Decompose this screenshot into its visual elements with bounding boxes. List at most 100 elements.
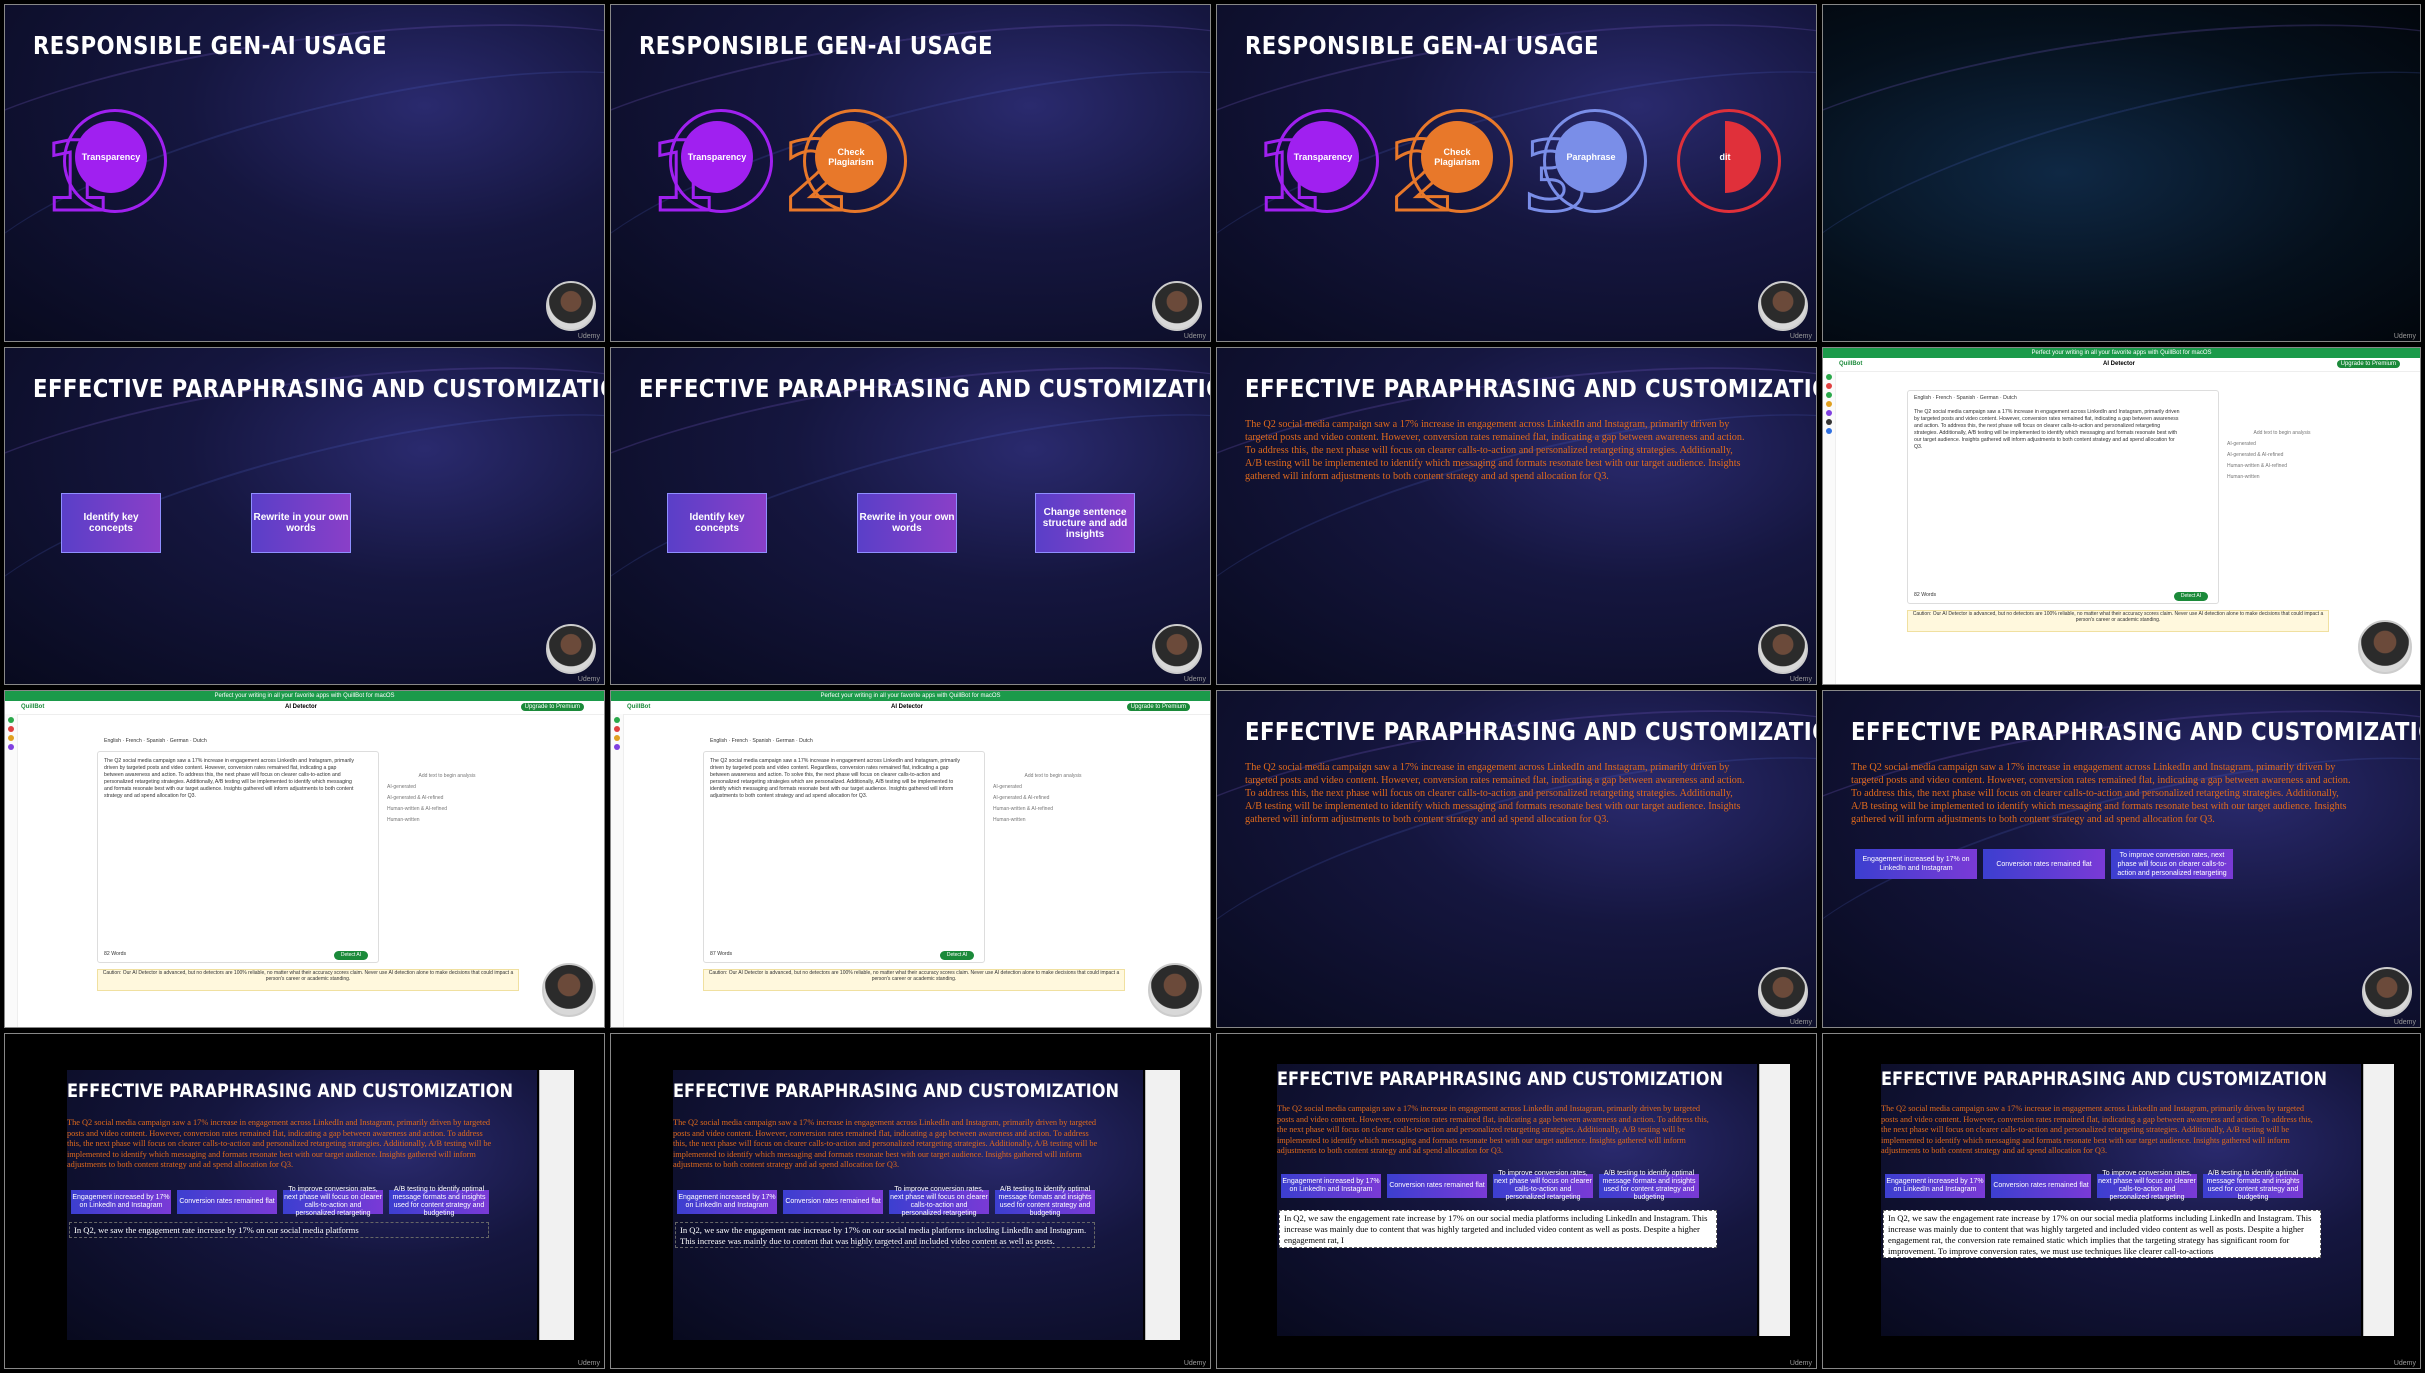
lang-tab[interactable]: Spanish — [752, 738, 771, 744]
tile-r1c2[interactable]: RESPONSIBLE GEN-AI USAGE 1 Transparency … — [610, 4, 1211, 342]
tile-r1c1[interactable]: RESPONSIBLE GEN-AI USAGE 1 Transparency … — [4, 4, 605, 342]
presenter-webcam — [2362, 967, 2412, 1017]
tile-r2c2[interactable]: EFFECTIVE PARAPHRASING AND CUSTOMIZATION… — [610, 347, 1211, 685]
page-title: AI Detector — [285, 704, 318, 710]
detect-ai-button[interactable]: Detect AI — [940, 951, 974, 960]
upgrade-button[interactable]: Upgrade to Premium — [520, 703, 584, 711]
app-topbar: QuillBot AI Detector Upgrade to Premium — [1823, 358, 2420, 372]
lang-tab[interactable]: German — [776, 738, 795, 744]
tile-r3c3[interactable]: EFFECTIVE PARAPHRASING AND CUSTOMIZATION… — [1216, 690, 1817, 1028]
lang-tab[interactable]: French — [732, 738, 748, 744]
tool-icon[interactable] — [614, 717, 620, 723]
tile-r1c3[interactable]: RESPONSIBLE GEN-AI USAGE 1 Transparency … — [1216, 4, 1817, 342]
editor-text[interactable]: The Q2 social media campaign saw a 17% i… — [104, 758, 354, 800]
text-box-editing[interactable]: In Q2, we saw the engagement rate increa… — [1883, 1210, 2321, 1258]
step-identify: Identify key concepts — [667, 493, 767, 553]
text-box-editing[interactable]: In Q2, we saw the engagement rate increa… — [1279, 1210, 1717, 1248]
promo-banner[interactable]: Perfect your writing in all your favorit… — [5, 691, 604, 701]
text-box-editing[interactable]: In Q2, we saw the engagement rate increa… — [675, 1222, 1095, 1248]
thumbnail-grid: RESPONSIBLE GEN-AI USAGE 1 Transparency … — [0, 0, 2425, 1373]
slide-canvas[interactable]: EFFECTIVE PARAPHRASING AND CUSTOMIZATION… — [673, 1070, 1143, 1340]
lang-tab[interactable]: English — [1914, 395, 1931, 401]
tool-icon[interactable] — [8, 744, 14, 750]
tool-icon[interactable] — [614, 744, 620, 750]
text-editor[interactable]: English · French · Spanish · German · Du… — [1907, 390, 2219, 604]
tool-icon[interactable] — [614, 726, 620, 732]
language-tabs[interactable]: English · French · Spanish · German · Du… — [104, 738, 207, 745]
lang-tab[interactable]: Spanish — [146, 738, 165, 744]
tool-icon[interactable] — [8, 717, 14, 723]
editor-text[interactable]: The Q2 social media campaign saw a 17% i… — [1914, 409, 2184, 451]
tile-r3c1-quillbot[interactable]: Perfect your writing in all your favorit… — [4, 690, 605, 1028]
app-topbar: QuillBot AI Detector Upgrade to Premium — [611, 701, 1210, 715]
results-panel: Add text to begin analysis AI-generated … — [993, 771, 1113, 826]
detect-ai-button[interactable]: Detect AI — [2174, 592, 2208, 601]
slide-canvas[interactable]: EFFECTIVE PARAPHRASING AND CUSTOMIZATION… — [67, 1070, 537, 1340]
category: Human-written — [993, 817, 1026, 823]
category: AI-generated & AI-refined — [993, 795, 1050, 801]
lang-tab[interactable]: English — [104, 738, 121, 744]
tile-r4c3[interactable]: EFFECTIVE PARAPHRASING AND CUSTOMIZATION… — [1216, 1033, 1817, 1369]
tool-icon[interactable] — [8, 726, 14, 732]
tool-icon[interactable] — [1826, 428, 1832, 434]
tile-r3c2-quillbot[interactable]: Perfect your writing in all your favorit… — [610, 690, 1211, 1028]
promo-banner[interactable]: Perfect your writing in all your favorit… — [611, 691, 1210, 701]
category: Human-written — [387, 817, 420, 823]
properties-panel[interactable] — [1759, 1064, 1790, 1336]
upgrade-button[interactable]: Upgrade to Premium — [1126, 703, 1190, 711]
text-editor[interactable]: English · French · Spanish · German · Du… — [703, 738, 985, 963]
tile-r4c4[interactable]: EFFECTIVE PARAPHRASING AND CUSTOMIZATION… — [1822, 1033, 2421, 1369]
promo-banner[interactable]: Perfect your writing in all your favorit… — [1823, 348, 2420, 358]
language-tabs[interactable]: English · French · Spanish · German · Du… — [710, 738, 813, 745]
tool-icon[interactable] — [614, 735, 620, 741]
lang-tab[interactable]: Dutch — [193, 738, 207, 744]
tool-icon[interactable] — [1826, 392, 1832, 398]
tile-r2c4-quillbot[interactable]: Perfect your writing in all your favorit… — [1822, 347, 2421, 685]
lang-tab[interactable]: French — [126, 738, 142, 744]
lang-tab[interactable]: German — [170, 738, 189, 744]
circle-plagiarism: Check Plagiarism — [1421, 121, 1493, 193]
logo[interactable]: QuillBot — [627, 704, 650, 710]
circle-paraphrase: Paraphrase — [1555, 121, 1627, 193]
editor-text[interactable]: The Q2 social media campaign saw a 17% i… — [710, 758, 960, 800]
tile-r4c1[interactable]: EFFECTIVE PARAPHRASING AND CUSTOMIZATION… — [4, 1033, 605, 1369]
tool-icon[interactable] — [1826, 401, 1832, 407]
properties-panel[interactable] — [1145, 1070, 1180, 1340]
lang-tab[interactable]: English — [710, 738, 727, 744]
lang-tab[interactable]: Dutch — [799, 738, 813, 744]
lang-tab[interactable]: Spanish — [1956, 395, 1975, 401]
language-tabs[interactable]: English · French · Spanish · German · Du… — [1914, 395, 2017, 402]
circle-label: dit — [1719, 152, 1731, 162]
tool-icon[interactable] — [8, 735, 14, 741]
tool-icon[interactable] — [1826, 374, 1832, 380]
insight-box: Conversion rates remained flat — [177, 1190, 277, 1214]
tool-icon[interactable] — [1826, 410, 1832, 416]
tile-r1c4[interactable]: Udemy — [1822, 4, 2421, 342]
circle-label: Transparency — [1293, 152, 1353, 162]
properties-panel[interactable] — [2363, 1064, 2394, 1336]
lang-tab[interactable]: Dutch — [2003, 395, 2017, 401]
slide-title: EFFECTIVE PARAPHRASING AND CUSTOMIZATION — [1277, 1068, 1723, 1090]
campaign-paragraph: The Q2 social media campaign saw a 17% i… — [1851, 762, 2351, 825]
logo[interactable]: QuillBot — [21, 704, 44, 710]
results-hint: Add text to begin analysis — [418, 773, 476, 779]
tile-r4c2[interactable]: EFFECTIVE PARAPHRASING AND CUSTOMIZATION… — [610, 1033, 1211, 1369]
slide-canvas[interactable]: EFFECTIVE PARAPHRASING AND CUSTOMIZATION… — [1881, 1064, 2361, 1336]
detect-ai-button[interactable]: Detect AI — [334, 951, 368, 960]
lang-tab[interactable]: German — [1980, 395, 1999, 401]
properties-panel[interactable] — [539, 1070, 574, 1340]
tile-r3c4[interactable]: EFFECTIVE PARAPHRASING AND CUSTOMIZATION… — [1822, 690, 2421, 1028]
text-box-editing[interactable]: In Q2, we saw the engagement rate increa… — [69, 1222, 489, 1238]
slide-canvas[interactable]: EFFECTIVE PARAPHRASING AND CUSTOMIZATION… — [1277, 1064, 1757, 1336]
lang-tab[interactable]: French — [1936, 395, 1952, 401]
page-title: AI Detector — [2103, 361, 2136, 367]
text-editor[interactable]: English · French · Spanish · German · Du… — [97, 738, 379, 963]
tool-icon[interactable] — [1826, 383, 1832, 389]
tool-icon[interactable] — [1826, 419, 1832, 425]
campaign-paragraph: The Q2 social media campaign saw a 17% i… — [1881, 1104, 2313, 1155]
logo[interactable]: QuillBot — [1839, 361, 1862, 367]
tile-r2c3[interactable]: EFFECTIVE PARAPHRASING AND CUSTOMIZATION… — [1216, 347, 1817, 685]
tile-r2c1[interactable]: EFFECTIVE PARAPHRASING AND CUSTOMIZATION… — [4, 347, 605, 685]
upgrade-button[interactable]: Upgrade to Premium — [2336, 360, 2400, 368]
brand-watermark: Udemy — [2393, 1019, 2416, 1026]
